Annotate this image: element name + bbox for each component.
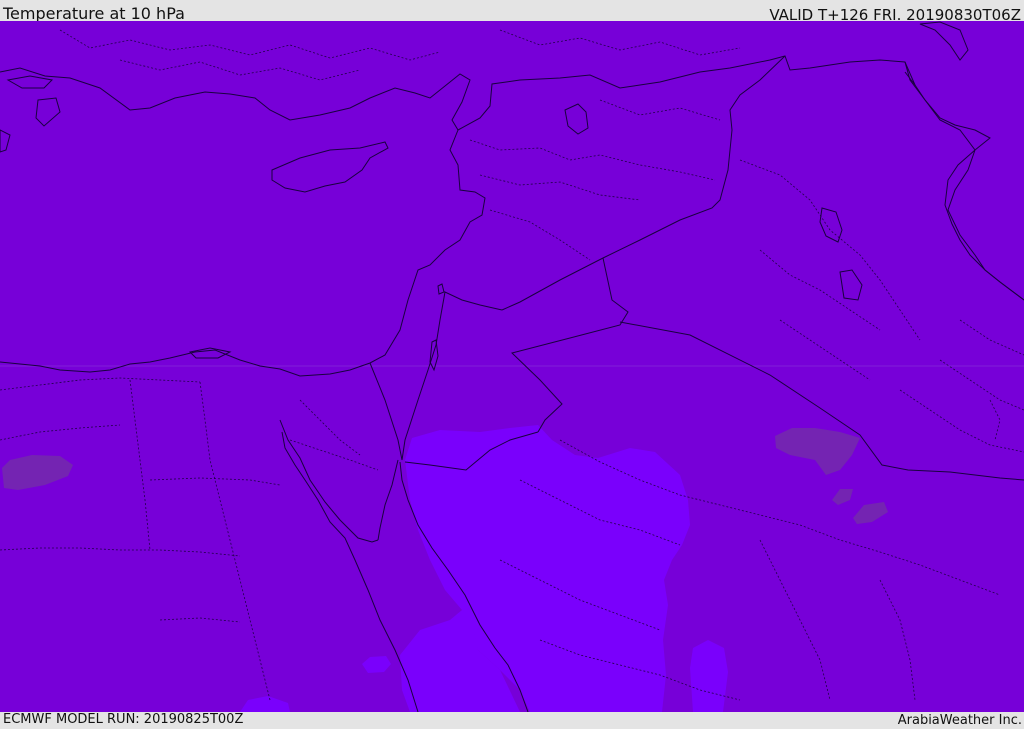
warm-region-oman bbox=[690, 640, 728, 712]
model-run-label: ECMWF MODEL RUN: 20190825T00Z bbox=[3, 712, 244, 727]
temperature-map bbox=[0, 21, 1024, 712]
credit-label: ArabiaWeather Inc. bbox=[897, 713, 1022, 728]
map-frame: Temperature at 10 hPa VALID T+126 FRI. 2… bbox=[0, 0, 1024, 729]
